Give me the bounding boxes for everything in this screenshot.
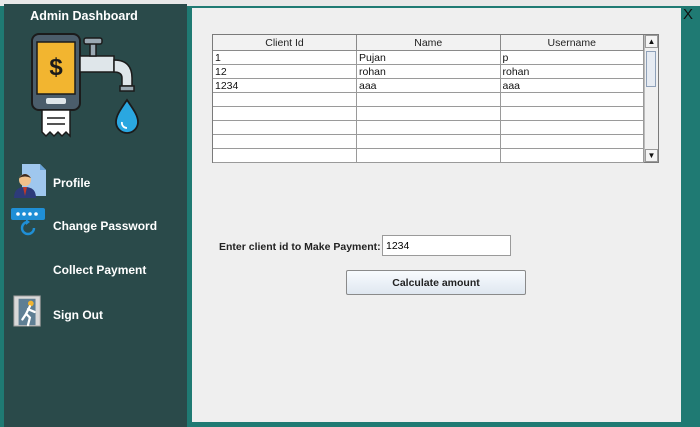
cell-client-id[interactable] — [213, 134, 357, 149]
cell-username[interactable]: aaa — [500, 78, 644, 93]
calculate-amount-button[interactable]: Calculate amount — [346, 270, 526, 295]
cell-name[interactable]: rohan — [356, 64, 501, 79]
cell-client-id[interactable]: 1234 — [213, 78, 357, 93]
close-button[interactable]: X — [683, 6, 693, 23]
sidebar-item-label: Profile — [53, 176, 91, 190]
scroll-up-icon[interactable]: ▲ — [645, 35, 658, 48]
password-icon — [11, 208, 45, 236]
cell-client-id[interactable] — [213, 148, 357, 163]
column-header-username[interactable]: Username — [500, 35, 644, 51]
cell-name[interactable] — [356, 134, 501, 149]
clients-table: Client Id Name Username 1 Pujan p 12 roh… — [212, 34, 659, 163]
table-row[interactable] — [213, 148, 644, 163]
client-id-input[interactable] — [382, 235, 511, 256]
cell-username[interactable]: p — [500, 50, 644, 65]
cell-username[interactable] — [500, 120, 644, 135]
cell-client-id[interactable] — [213, 92, 357, 107]
table-row[interactable] — [213, 106, 644, 121]
profile-icon — [14, 164, 46, 198]
cell-name[interactable]: aaa — [356, 78, 501, 93]
sign-out-icon — [13, 295, 41, 327]
cell-name[interactable] — [356, 106, 501, 121]
sidebar-item-change-password[interactable]: Change Password — [4, 206, 187, 244]
cell-name[interactable] — [356, 120, 501, 135]
svg-text:$: $ — [49, 54, 63, 81]
table-row[interactable]: 12 rohan rohan — [213, 64, 644, 79]
cell-username[interactable] — [500, 92, 644, 107]
column-header-client-id[interactable]: Client Id — [213, 35, 357, 51]
table-row[interactable]: 1234 aaa aaa — [213, 78, 644, 93]
cell-name[interactable] — [356, 148, 501, 163]
table-header-row: Client Id Name Username — [213, 35, 644, 51]
scroll-down-icon[interactable]: ▼ — [645, 149, 658, 162]
window-frame-right — [681, 8, 700, 427]
cell-username[interactable] — [500, 106, 644, 121]
client-id-label: Enter client id to Make Payment: — [219, 241, 381, 253]
cell-name[interactable] — [356, 92, 501, 107]
cell-username[interactable] — [500, 148, 644, 163]
table-row[interactable] — [213, 92, 644, 107]
sidebar-item-label: Change Password — [53, 219, 158, 233]
sidebar-item-sign-out[interactable]: Sign Out — [4, 293, 187, 331]
cell-client-id[interactable]: 12 — [213, 64, 357, 79]
cell-name[interactable]: Pujan — [356, 50, 501, 65]
cell-username[interactable]: rohan — [500, 64, 644, 79]
table-row[interactable] — [213, 120, 644, 135]
sidebar-item-collect-payment[interactable]: Collect Payment — [4, 251, 187, 289]
cell-username[interactable] — [500, 134, 644, 149]
water-bill-logo-icon: $ — [31, 33, 139, 138]
table-scrollbar[interactable]: ▲ ▼ — [644, 35, 658, 162]
sidebar-item-label: Collect Payment — [53, 263, 147, 277]
column-header-name[interactable]: Name — [356, 35, 501, 51]
sidebar: Admin Dashboard $ Profile Change Passwor… — [4, 4, 187, 427]
sidebar-item-label: Sign Out — [53, 308, 103, 322]
cell-client-id[interactable]: 1 — [213, 50, 357, 65]
cell-client-id[interactable] — [213, 120, 357, 135]
sidebar-item-profile[interactable]: Profile — [4, 162, 187, 200]
dashboard-title: Admin Dashboard — [30, 9, 138, 23]
table-row[interactable]: 1 Pujan p — [213, 50, 644, 65]
cell-client-id[interactable] — [213, 106, 357, 121]
table-row[interactable] — [213, 134, 644, 149]
scrollbar-thumb[interactable] — [646, 51, 656, 87]
